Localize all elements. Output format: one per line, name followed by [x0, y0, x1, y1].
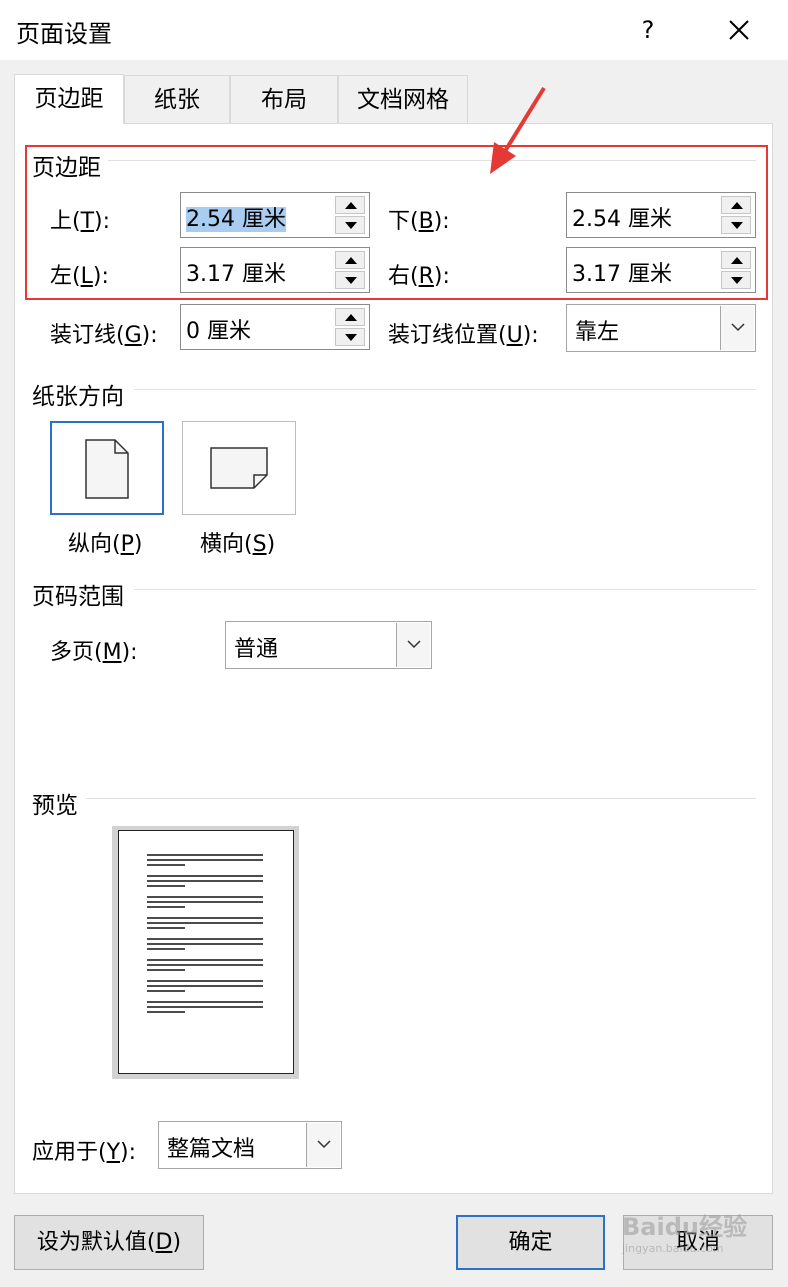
- annotation-arrow-icon: [490, 86, 546, 174]
- title-bar: 页面设置 ?: [0, 0, 788, 60]
- orientation-group-line: [134, 389, 756, 390]
- tab-paper[interactable]: 纸张: [124, 75, 230, 123]
- gutter-position-dropdown-button[interactable]: [720, 306, 754, 350]
- orientation-group-label: 纸张方向: [32, 377, 124, 411]
- gutter-up-button[interactable]: [335, 308, 365, 326]
- landscape-button[interactable]: [182, 421, 296, 515]
- preview-group-label: 预览: [32, 786, 78, 820]
- preview-group-line: [86, 798, 756, 799]
- pages-group-line: [134, 589, 756, 590]
- chevron-down-icon: [731, 323, 745, 332]
- watermark-subtext: jingyan.baidu.com: [622, 1242, 724, 1255]
- close-button[interactable]: [712, 8, 766, 52]
- gutter-label: 装订线(G):: [50, 323, 158, 348]
- tab-layout[interactable]: 布局: [230, 75, 338, 123]
- watermark-text: Baidu经验: [622, 1213, 747, 1241]
- chevron-down-icon: [317, 1140, 331, 1149]
- close-icon: [729, 20, 749, 40]
- portrait-button[interactable]: [50, 421, 164, 515]
- landscape-page-icon: [210, 447, 268, 489]
- apply-to-value: 整篇文档: [167, 1137, 256, 1162]
- watermark-logo: Baidu经验 jingyan.baidu.com: [622, 1212, 772, 1272]
- portrait-label: 纵向(P): [68, 532, 143, 557]
- gutter-position-label: 装订线位置(U):: [388, 323, 539, 348]
- multiple-pages-value: 普通: [234, 637, 279, 662]
- tab-doc-grid[interactable]: 文档网格: [338, 75, 468, 123]
- landscape-label: 横向(S): [200, 532, 276, 557]
- pages-group-label: 页码范围: [32, 577, 124, 611]
- apply-to-dropdown-button[interactable]: [306, 1123, 340, 1167]
- multiple-pages-label: 多页(M):: [50, 640, 138, 665]
- gutter-position-select[interactable]: 靠左: [566, 304, 756, 352]
- apply-to-label: 应用于(Y):: [32, 1140, 137, 1165]
- gutter-spin[interactable]: 0 厘米: [180, 304, 370, 350]
- multiple-pages-dropdown-button[interactable]: [396, 623, 430, 667]
- gutter-down-button[interactable]: [335, 328, 365, 346]
- multiple-pages-select[interactable]: 普通: [225, 621, 432, 669]
- help-button[interactable]: ?: [626, 8, 670, 52]
- gutter-position-value: 靠左: [575, 320, 620, 345]
- chevron-down-icon: [407, 640, 421, 649]
- portrait-page-icon: [85, 439, 129, 499]
- apply-to-select[interactable]: 整篇文档: [158, 1121, 342, 1169]
- preview-text-lines-icon: [147, 854, 263, 1013]
- preview-page: [118, 830, 294, 1074]
- arrow-up-icon: [345, 314, 357, 321]
- tab-margins[interactable]: 页边距: [14, 74, 124, 124]
- gutter-value[interactable]: 0 厘米: [186, 313, 251, 345]
- ok-button[interactable]: 确定: [456, 1215, 605, 1270]
- set-default-button[interactable]: 设为默认值(D): [14, 1215, 204, 1270]
- annotation-highlight-box: [25, 145, 768, 300]
- dialog-title: 页面设置: [16, 20, 112, 48]
- arrow-down-icon: [345, 334, 357, 341]
